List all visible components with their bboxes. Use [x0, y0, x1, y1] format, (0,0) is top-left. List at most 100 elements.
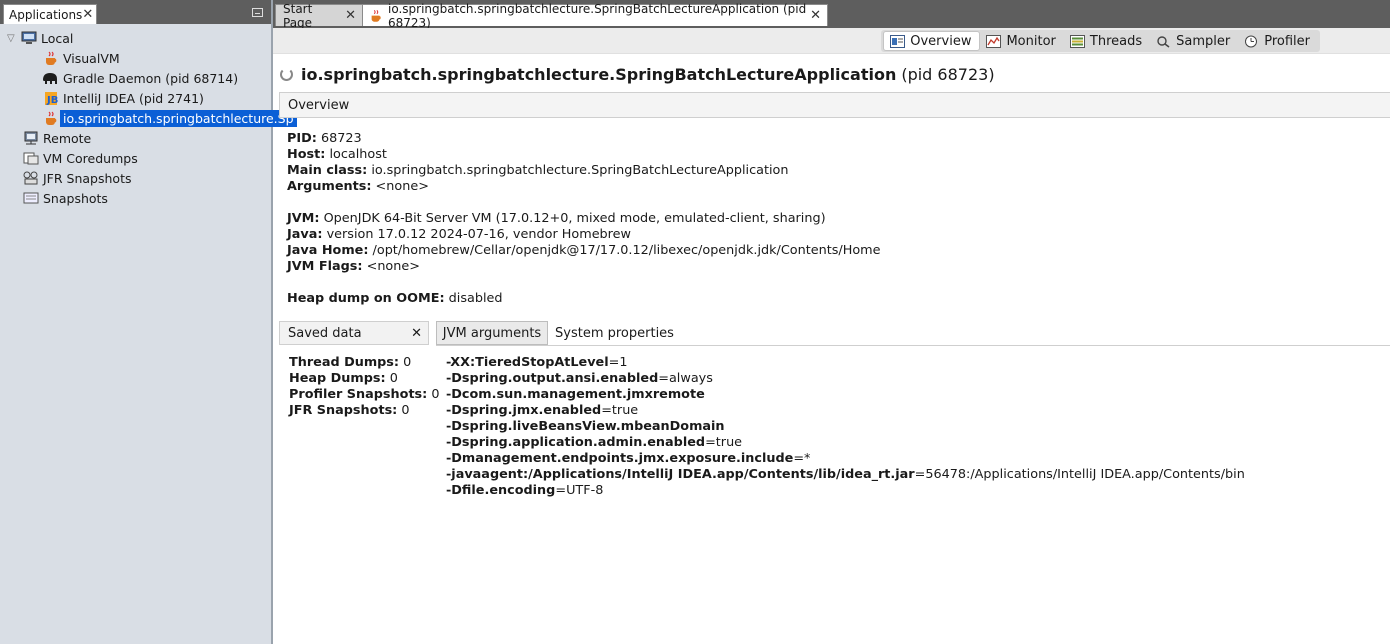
app-pid: (pid 68723): [901, 65, 995, 84]
info-label: Heap Dumps:: [289, 371, 386, 386]
java-cup-icon: [369, 9, 383, 23]
monitor-icon: [986, 34, 1002, 48]
info-value: io.springbatch.springbatchlecture.Spring…: [371, 163, 789, 178]
divider: [436, 345, 1390, 346]
tab-label: JVM arguments: [442, 325, 542, 341]
profiler-button[interactable]: Profiler: [1238, 31, 1318, 51]
tree-item-remote[interactable]: Remote: [22, 128, 91, 148]
info-jvm: JVM: OpenJDK 64-Bit Server VM (17.0.12+0…: [287, 211, 881, 227]
tree-item-coredumps[interactable]: VM Coredumps: [22, 148, 138, 168]
info-value: 0: [403, 355, 412, 370]
jvm-arg-row: -Dspring.application.admin.enabled=true: [446, 435, 1245, 451]
info-jvm-flags: JVM Flags: <none>: [287, 259, 881, 275]
chevron-down-icon[interactable]: ▽: [7, 33, 15, 44]
close-icon[interactable]: ✕: [411, 326, 422, 341]
threads-button-label: Threads: [1089, 33, 1143, 49]
snapshot-icon: [22, 191, 39, 206]
svg-text:JB: JB: [46, 95, 58, 106]
tab-start-page[interactable]: Start Page ✕: [275, 2, 363, 30]
info-value: <none>: [366, 259, 420, 274]
jvm-arg-value: =true: [601, 403, 639, 418]
tree-item-intellij[interactable]: JB IntelliJ IDEA (pid 2741): [42, 88, 204, 108]
jvm-arg-key: -Dcom.sun.management.jmxremote: [446, 387, 705, 402]
overview-button[interactable]: Overview: [883, 31, 981, 51]
jvm-arg-key: -XX:TieredStopAtLevel: [446, 355, 609, 370]
close-icon[interactable]: ✕: [82, 7, 93, 22]
jvm-arg-value: =56478:/Applications/IntelliJ IDEA.app/C…: [914, 467, 1245, 482]
jvm-arg-key: -Dfile.encoding: [446, 483, 556, 498]
info-java: Java: version 17.0.12 2024-07-16, vendor…: [287, 227, 881, 243]
info-value: /opt/homebrew/Cellar/openjdk@17/17.0.12/…: [372, 243, 881, 258]
document-tabbar: Start Page ✕ io.springbatch.springbatchl…: [273, 0, 1390, 30]
info-label: JFR Snapshots:: [289, 403, 398, 418]
tree-item-local[interactable]: Local: [20, 28, 73, 48]
jvm-arg-key: -Dspring.application.admin.enabled: [446, 435, 706, 450]
sampler-icon: [1156, 35, 1171, 48]
elephant-icon: [42, 71, 59, 86]
tree-item-jfr-snapshots[interactable]: JFR Snapshots: [22, 168, 131, 188]
saved-thread-dumps: Thread Dumps: 0: [289, 355, 440, 371]
view-toolbar: Overview Monitor Threads Sampler Profile…: [273, 28, 1390, 54]
threads-button[interactable]: Threads: [1064, 31, 1150, 51]
tree-item-label: Gradle Daemon (pid 68714): [63, 70, 239, 86]
minimize-icon[interactable]: [252, 8, 263, 17]
jvm-arg-row: -Dcom.sun.management.jmxremote: [446, 387, 1245, 403]
close-icon[interactable]: ✕: [810, 8, 821, 23]
jvm-arg-row: -Dfile.encoding=UTF-8: [446, 483, 1245, 499]
overview-icon: [890, 34, 906, 48]
overview-button-label: Overview: [910, 33, 972, 49]
tree-item-gradle-daemon[interactable]: Gradle Daemon (pid 68714): [42, 68, 238, 88]
info-value: 0: [401, 403, 410, 418]
info-value: 0: [431, 387, 440, 402]
profiler-button-label: Profiler: [1264, 33, 1310, 49]
info-heap-dump-oome: Heap dump on OOME: disabled: [287, 291, 881, 307]
java-cup-icon: [42, 111, 59, 126]
jvm-arg-row: -Dspring.output.ansi.enabled=always: [446, 371, 1245, 387]
info-label: Host:: [287, 147, 326, 162]
view-switcher: Overview Monitor Threads Sampler Profile…: [881, 30, 1320, 52]
loading-spinner-icon: [280, 68, 293, 81]
saved-jfr-snapshots: JFR Snapshots: 0: [289, 403, 440, 419]
tree-item-label: Local: [41, 30, 74, 46]
jvm-arg-value: =UTF-8: [555, 483, 604, 498]
jvm-arg-row: -XX:TieredStopAtLevel=1: [446, 355, 1245, 371]
jvm-arg-key: -Dmanagement.endpoints.jmx.exposure.incl…: [446, 451, 794, 466]
jvm-arg-row: -Dspring.jmx.enabled=true: [446, 403, 1245, 419]
applications-tab[interactable]: Applications ✕: [3, 4, 97, 24]
tab-system-properties[interactable]: System properties: [555, 321, 674, 345]
jvm-arg-key: -javaagent:/Applications/IntelliJ IDEA.a…: [446, 467, 915, 482]
tab-label: io.springbatch.springbatchlecture.Spring…: [388, 1, 807, 30]
info-value: version 17.0.12 2024-07-16, vendor Homeb…: [326, 227, 632, 242]
page-title: io.springbatch.springbatchlecture.Spring…: [280, 65, 995, 84]
applications-tab-label: Applications: [9, 7, 83, 22]
info-label: Heap dump on OOME:: [287, 291, 445, 306]
info-value: localhost: [329, 147, 387, 162]
tree-item-label: io.springbatch.springbatchlecture.Sp: [60, 109, 297, 127]
jvm-arg-key: -Dspring.output.ansi.enabled: [446, 371, 659, 386]
profiler-icon: [1244, 35, 1259, 48]
main-area: Start Page ✕ io.springbatch.springbatchl…: [273, 0, 1390, 644]
saved-data-tab[interactable]: Saved data ✕: [279, 321, 429, 345]
overview-section-header[interactable]: Overview: [279, 92, 1390, 118]
info-value: OpenJDK 64-Bit Server VM (17.0.12+0, mix…: [323, 211, 826, 226]
monitor-button-label: Monitor: [1006, 33, 1056, 49]
tree-item-visualvm[interactable]: VisualVM: [42, 48, 120, 68]
close-icon[interactable]: ✕: [345, 8, 356, 23]
jvm-arg-value: =*: [793, 451, 811, 466]
info-host: Host: localhost: [287, 147, 881, 163]
jvm-arg-row: -javaagent:/Applications/IntelliJ IDEA.a…: [446, 467, 1245, 483]
threads-icon: [1069, 34, 1085, 48]
jvm-arguments-list: -XX:TieredStopAtLevel=1 -Dspring.output.…: [446, 355, 1245, 499]
saved-heap-dumps: Heap Dumps: 0: [289, 371, 440, 387]
tree-item-snapshots[interactable]: Snapshots: [22, 188, 108, 208]
tab-application[interactable]: io.springbatch.springbatchlecture.Spring…: [362, 2, 828, 30]
jvm-arg-key: -Dspring.jmx.enabled: [446, 403, 602, 418]
tree-item-label: VisualVM: [63, 50, 120, 66]
info-label: Java:: [287, 227, 323, 242]
monitor-button[interactable]: Monitor: [980, 31, 1063, 51]
tab-jvm-arguments[interactable]: JVM arguments: [436, 321, 548, 345]
info-label: PID:: [287, 131, 317, 146]
tree-item-spring-app[interactable]: io.springbatch.springbatchlecture.Sp: [42, 108, 297, 128]
tree-item-label: JFR Snapshots: [43, 170, 132, 186]
sampler-button[interactable]: Sampler: [1150, 31, 1238, 51]
